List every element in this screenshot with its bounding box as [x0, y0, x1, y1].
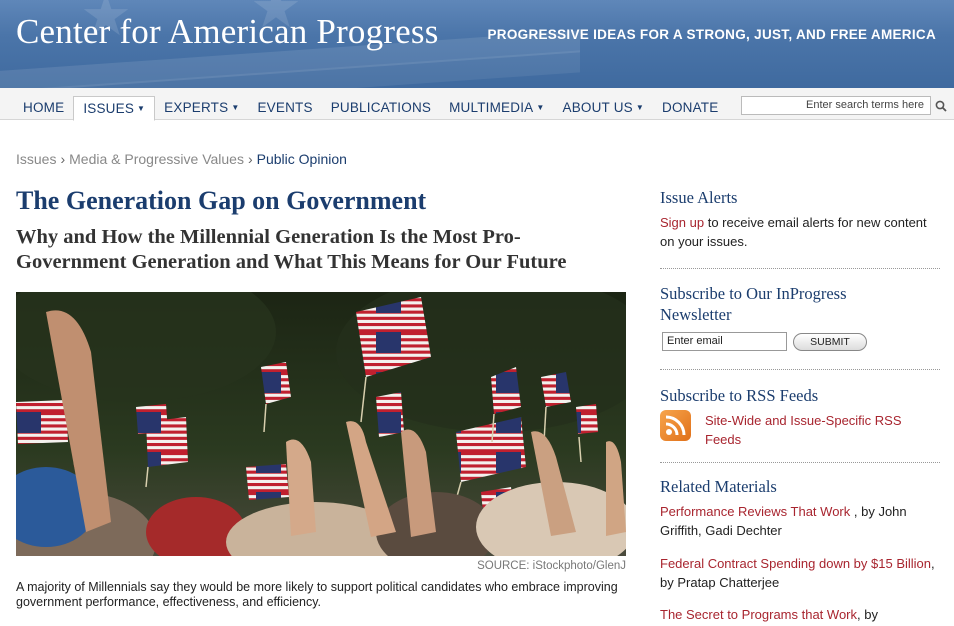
caret-down-icon: ▼ — [137, 104, 146, 113]
photo-credit: SOURCE: iStockphoto/GlenJ — [477, 560, 626, 572]
related-item: Performance Reviews That Work , by John … — [660, 502, 940, 540]
sidebar-divider — [660, 369, 940, 370]
breadcrumb: Issues › Media & Progressive Values › Public… — [16, 151, 347, 167]
related-materials-heading: Related Materials — [660, 477, 777, 496]
newsletter-heading-line2: Newsletter — [660, 305, 732, 324]
nav-publications[interactable]: PUBLICATIONS — [322, 96, 440, 120]
nav-about-us[interactable]: ABOUT US ▼ — [554, 96, 654, 120]
nav-home[interactable]: HOME — [14, 96, 73, 120]
search-input[interactable]: Enter search terms here — [741, 96, 931, 115]
nav-multimedia[interactable]: MULTIMEDIA ▼ — [440, 96, 553, 120]
breadcrumb-issues[interactable]: Issues — [16, 151, 56, 167]
nav-list: HOME ISSUES ▼ EXPERTS ▼ EVENTS PUBLICATION… — [14, 96, 727, 121]
breadcrumb-media[interactable]: Media & Progressive Values — [69, 151, 244, 167]
related-item-link[interactable]: Federal Contract Spending down by $15 Bi… — [660, 556, 931, 571]
sidebar-divider — [660, 462, 940, 463]
related-item-link[interactable]: The Secret to Programs that Work — [660, 607, 857, 622]
breadcrumb-separator: › — [60, 151, 66, 167]
site-tagline: PROGRESSIVE IDEAS FOR A STRONG, JUST, AN… — [487, 27, 936, 42]
nav-label: HOME — [23, 100, 65, 115]
related-item-byline: , by — [857, 607, 878, 622]
search-icon[interactable] — [935, 100, 947, 112]
nav-label: ISSUES — [83, 101, 135, 116]
related-item: Federal Contract Spending down by $15 Bi… — [660, 554, 940, 592]
site-header: ★ ★ Center for American Progress PROGRES… — [0, 0, 954, 88]
issue-alerts-text: Sign up to receive email alerts for new … — [660, 213, 940, 251]
nav-label: EVENTS — [257, 100, 313, 115]
article-title: The Generation Gap on Government — [16, 186, 427, 215]
nav-events[interactable]: EVENTS — [248, 96, 321, 120]
main-nav: HOME ISSUES ▼ EXPERTS ▼ EVENTS PUBLICATION… — [0, 88, 954, 121]
rss-feeds-link[interactable]: Site-Wide and Issue-Specific RSS Feeds — [705, 411, 940, 449]
nav-label: MULTIMEDIA — [449, 100, 534, 115]
nav-donate[interactable]: DONATE — [653, 96, 727, 120]
nav-label: PUBLICATIONS — [330, 100, 432, 115]
newsletter-heading: Subscribe to Our InProgress — [660, 284, 847, 303]
related-item-link[interactable]: Performance Reviews That Work — [660, 504, 850, 519]
nav-label: DONATE — [662, 100, 719, 115]
rss-icon[interactable] — [660, 410, 691, 441]
caret-down-icon: ▼ — [536, 103, 545, 112]
email-field[interactable]: Enter email — [662, 332, 787, 351]
hero-image — [16, 292, 626, 556]
issue-alerts-heading: Issue Alerts — [660, 188, 738, 207]
crowd-flags-photo — [16, 292, 626, 556]
breadcrumb-current[interactable]: Public Opinion — [257, 151, 347, 167]
nav-label: EXPERTS — [164, 100, 229, 115]
nav-experts[interactable]: EXPERTS ▼ — [155, 96, 248, 120]
nav-issues[interactable]: ISSUES ▼ — [73, 96, 156, 121]
sidebar-divider — [660, 268, 940, 269]
caret-down-icon: ▼ — [635, 103, 644, 112]
caret-down-icon: ▼ — [231, 103, 240, 112]
sign-up-link[interactable]: Sign up — [660, 215, 704, 230]
image-caption: A majority of Millennials say they would… — [16, 580, 618, 609]
site-logo[interactable]: Center for American Progress — [16, 12, 439, 52]
submit-button[interactable]: SUBMIT — [793, 333, 867, 351]
rss-heading: Subscribe to RSS Feeds — [660, 386, 819, 405]
article-subtitle: Why and How the Millennial Generation Is… — [16, 226, 567, 273]
breadcrumb-separator: › — [247, 151, 253, 167]
related-item: The Secret to Programs that Work, by — [660, 605, 940, 624]
nav-label: ABOUT US — [562, 100, 633, 115]
